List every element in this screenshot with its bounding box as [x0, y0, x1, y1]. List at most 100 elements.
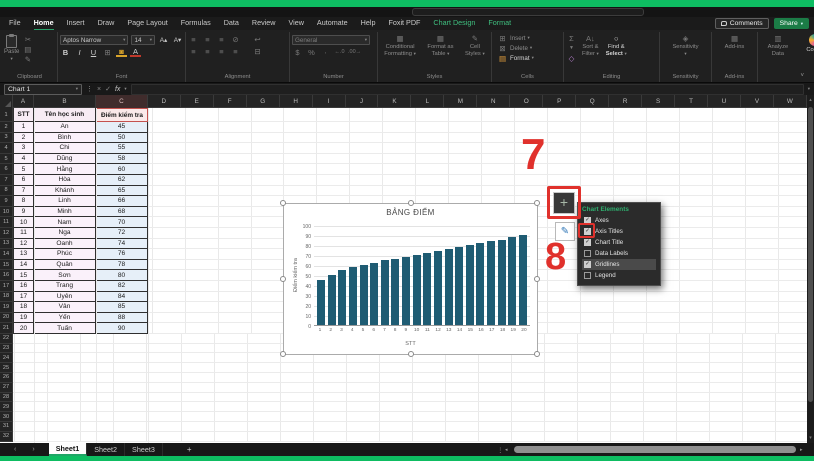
empty-cells[interactable]	[13, 422, 807, 432]
table-cell[interactable]: 17	[13, 292, 34, 303]
checkbox-legend[interactable]	[584, 272, 591, 279]
column-header-J[interactable]: J	[346, 95, 379, 108]
empty-cells[interactable]	[13, 383, 807, 393]
align-middle-icon[interactable]: ≡	[202, 35, 213, 44]
column-header-T[interactable]: T	[675, 95, 708, 108]
comments-button[interactable]: Comments	[715, 18, 769, 29]
name-box[interactable]: Chart 1▾	[4, 84, 82, 95]
comma-style-icon[interactable]: ,	[320, 48, 331, 57]
table-cell[interactable]: 50	[96, 133, 148, 144]
chart-bar[interactable]	[455, 247, 463, 325]
align-left-icon[interactable]: ≡	[188, 47, 199, 56]
table-cell[interactable]: Bình	[34, 133, 96, 144]
row-header-20[interactable]: 20	[0, 313, 13, 324]
table-cell[interactable]: Dũng	[34, 154, 96, 165]
copy-icon[interactable]: ▤	[22, 45, 33, 54]
table-cell[interactable]: 65	[96, 186, 148, 197]
format-painter-icon[interactable]: ✎	[22, 55, 33, 64]
table-cell[interactable]: 90	[96, 323, 148, 334]
menu-tab-file[interactable]: File	[9, 17, 21, 31]
empty-cells[interactable]	[13, 393, 807, 403]
table-cell[interactable]: 76	[96, 249, 148, 260]
table-header-cell[interactable]: STT	[13, 108, 34, 122]
table-cell[interactable]: Tuấn	[34, 323, 96, 334]
chart-resize-handle[interactable]	[408, 351, 414, 357]
row-header-24[interactable]: 24	[0, 353, 13, 363]
wrap-text-icon[interactable]: ↩	[252, 35, 263, 44]
empty-cells[interactable]	[13, 432, 807, 442]
sort-filter-button[interactable]: A↓ Sort &Filter ▾	[580, 33, 601, 58]
table-cell[interactable]: 68	[96, 207, 148, 218]
row-header-9[interactable]: 9	[0, 196, 13, 207]
decrease-decimal-icon[interactable]: .00→	[348, 48, 361, 57]
row-header-11[interactable]: 11	[0, 217, 13, 228]
chart-x-axis-title[interactable]: STT	[284, 341, 537, 347]
table-cell[interactable]: Quân	[34, 260, 96, 271]
table-cell[interactable]: 1	[13, 122, 34, 133]
column-header-I[interactable]: I	[313, 95, 346, 108]
italic-button[interactable]: I	[74, 48, 85, 57]
column-header-H[interactable]: H	[280, 95, 313, 108]
row-header-32[interactable]: 32	[0, 432, 13, 442]
cancel-icon[interactable]: ×	[97, 86, 101, 93]
font-name-select[interactable]: Aptos Narrow▾	[60, 35, 128, 45]
paste-button[interactable]: Paste▾	[4, 33, 19, 62]
menu-tab-automate[interactable]: Automate	[317, 17, 348, 31]
format-cells-button[interactable]: ▤Format▾	[497, 53, 561, 63]
column-header-F[interactable]: F	[214, 95, 247, 108]
chart-bar[interactable]	[360, 265, 368, 325]
table-cell[interactable]: 11	[13, 228, 34, 239]
column-header-B[interactable]: B	[34, 95, 96, 108]
empty-cells[interactable]	[148, 133, 807, 144]
empty-cells[interactable]	[13, 363, 807, 373]
orientation-icon[interactable]: ⊘	[230, 35, 241, 44]
menu-tab-insert[interactable]: Insert	[67, 17, 85, 31]
chart-bar[interactable]	[317, 280, 325, 325]
chart-y-axis-title[interactable]: Điểm kiểm tra	[293, 230, 299, 320]
table-cell[interactable]: 62	[96, 175, 148, 186]
hscroll-left-icon[interactable]: ◂	[505, 447, 508, 453]
chart[interactable]: BẢNG ĐIỂM 0102030405060708090100 1234567…	[283, 203, 538, 355]
chart-bar[interactable]	[476, 243, 484, 325]
select-all-button[interactable]	[0, 95, 13, 108]
hscroll-right-icon[interactable]: ▸	[800, 447, 803, 453]
chart-resize-handle[interactable]	[534, 200, 540, 206]
chart-bar[interactable]	[508, 237, 516, 325]
table-cell[interactable]: Chi	[34, 143, 96, 154]
row-header-23[interactable]: 23	[0, 344, 13, 354]
empty-cells[interactable]	[13, 373, 807, 383]
column-header-N[interactable]: N	[477, 95, 510, 108]
empty-cells[interactable]	[148, 164, 807, 175]
chart-title[interactable]: BẢNG ĐIỂM	[284, 208, 537, 217]
insert-cells-button[interactable]: ⊞Insert▾	[497, 33, 561, 43]
autosum-icon[interactable]: Σ	[566, 34, 577, 43]
sheet-nav-right-icon[interactable]: ›	[32, 446, 34, 453]
analyze-data-button[interactable]: ▥ AnalyzeData	[766, 33, 791, 58]
chart-bar[interactable]	[391, 259, 399, 325]
column-header-S[interactable]: S	[642, 95, 675, 108]
decrease-indent-icon[interactable]: ≡	[230, 47, 241, 56]
shrink-font-icon[interactable]: A▾	[172, 36, 183, 45]
cut-icon[interactable]: ✂	[22, 35, 33, 44]
column-header-M[interactable]: M	[444, 95, 477, 108]
table-cell[interactable]: 70	[96, 217, 148, 228]
empty-cells[interactable]	[148, 143, 807, 154]
table-cell[interactable]: 60	[96, 164, 148, 175]
format-as-table-button[interactable]: ▦ Format asTable ▾	[425, 33, 455, 58]
font-color-button[interactable]: A	[130, 48, 141, 57]
ribbon-collapse-icon[interactable]: ˅	[800, 73, 804, 79]
enter-icon[interactable]: ✓	[105, 85, 111, 93]
row-header-12[interactable]: 12	[0, 228, 13, 239]
row-header-26[interactable]: 26	[0, 373, 13, 383]
column-header-A[interactable]: A	[13, 95, 34, 108]
chart-resize-handle[interactable]	[280, 200, 286, 206]
table-cell[interactable]: Uyên	[34, 292, 96, 303]
row-header-31[interactable]: 31	[0, 422, 13, 432]
menu-tab-formulas[interactable]: Formulas	[181, 17, 211, 31]
row-header-13[interactable]: 13	[0, 239, 13, 250]
table-header-cell[interactable]: Điểm kiểm tra	[96, 108, 148, 122]
row-header-17[interactable]: 17	[0, 281, 13, 292]
table-cell[interactable]: Trang	[34, 281, 96, 292]
chart-bar[interactable]	[338, 270, 346, 325]
table-cell[interactable]: 78	[96, 260, 148, 271]
